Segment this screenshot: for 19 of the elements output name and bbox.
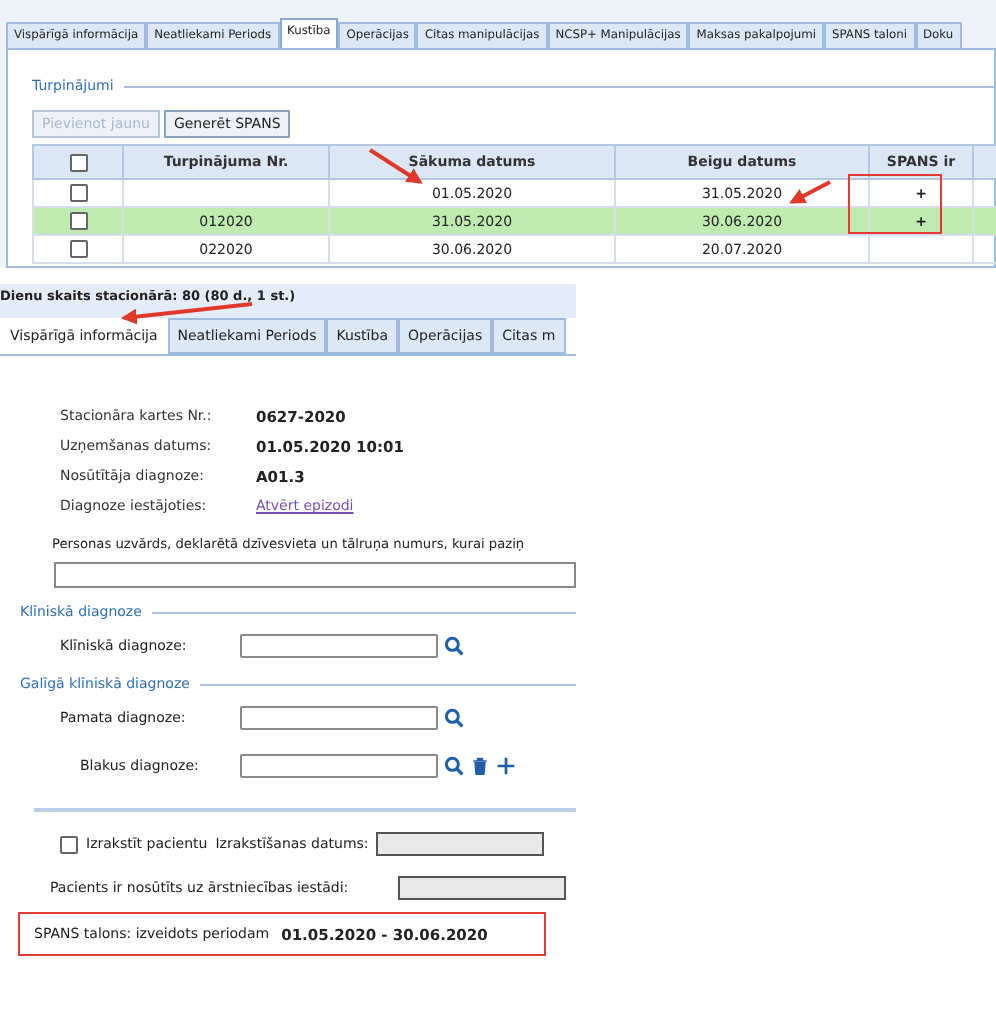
input-field[interactable]	[54, 562, 576, 588]
plus-icon[interactable]	[496, 756, 516, 776]
input-field[interactable]	[240, 754, 438, 778]
highlight-frame	[848, 174, 942, 234]
checkbox[interactable]	[69, 240, 87, 258]
checkbox[interactable]	[69, 212, 87, 230]
checkbox[interactable]	[60, 835, 78, 853]
input-field[interactable]	[376, 832, 545, 856]
search-icon[interactable]	[444, 756, 464, 776]
checkbox[interactable]	[69, 184, 87, 202]
input-field[interactable]	[398, 876, 566, 900]
input-field[interactable]	[240, 706, 438, 730]
trash-icon[interactable]	[470, 756, 490, 776]
search-icon[interactable]	[444, 636, 464, 656]
search-icon[interactable]	[444, 708, 464, 728]
input-field[interactable]	[240, 634, 438, 658]
checkbox[interactable]	[69, 153, 87, 171]
arrow	[120, 302, 253, 325]
arrow	[789, 180, 831, 204]
